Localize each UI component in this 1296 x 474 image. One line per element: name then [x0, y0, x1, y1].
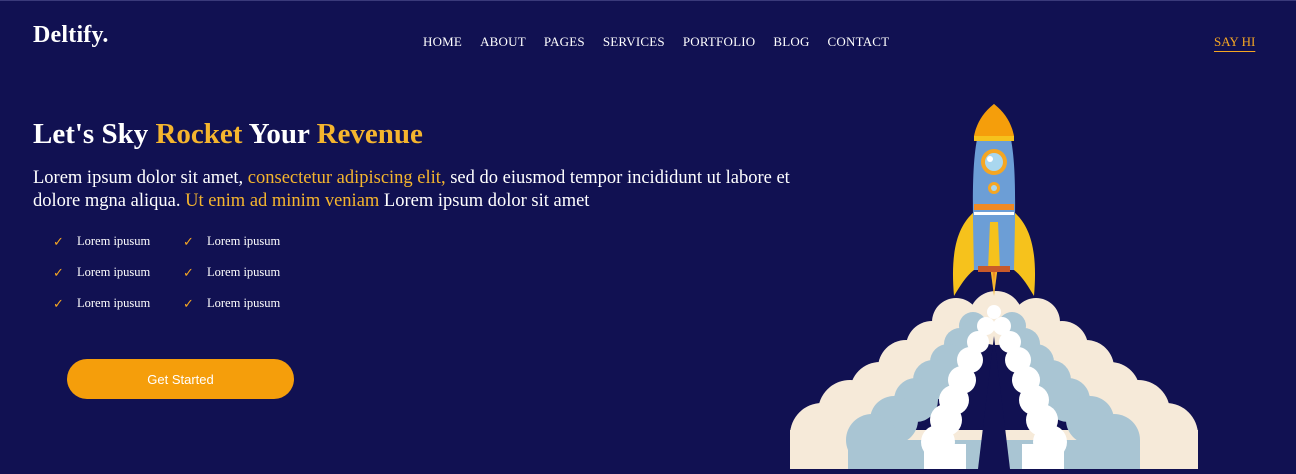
- feature-checklist: ✓ Lorem ipusum ✓ Lorem ipusum ✓ Lorem ipusu…: [53, 232, 313, 313]
- nav-pages[interactable]: PAGES: [544, 34, 585, 50]
- hero-title-highlight-1: Rocket: [155, 118, 243, 150]
- check-icon: ✓: [183, 264, 194, 280]
- hero-title-text-2: Your: [242, 118, 317, 150]
- checklist-item: ✓ Lorem ipusum: [183, 263, 313, 282]
- hero-text-1: Lorem ipsum dolor sit amet,: [33, 168, 248, 188]
- checklist-item: ✓ Lorem ipusum: [183, 232, 313, 251]
- nav-blog[interactable]: BLOG: [773, 34, 809, 50]
- nav-portfolio[interactable]: PORTFOLIO: [683, 34, 756, 50]
- brand-logo[interactable]: Deltify.: [33, 22, 109, 49]
- rocket-launch-icon: [788, 100, 1200, 469]
- top-border: [0, 0, 1296, 1]
- checklist-item-label: Lorem ipusum: [207, 234, 281, 248]
- checklist-item: ✓ Lorem ipusum: [53, 232, 183, 251]
- get-started-button[interactable]: Get Started: [67, 359, 294, 399]
- hero-text-3: Lorem ipsum dolor sit amet: [379, 191, 590, 211]
- checklist-item: ✓ Lorem ipusum: [53, 294, 183, 313]
- main-nav: HOME ABOUT PAGES SERVICES PORTFOLIO BLOG…: [423, 34, 889, 50]
- checklist-item-label: Lorem ipusum: [207, 296, 281, 310]
- nav-services[interactable]: SERVICES: [603, 34, 665, 50]
- checklist-item-label: Lorem ipusum: [77, 234, 151, 248]
- check-icon: ✓: [183, 233, 194, 249]
- nav-contact[interactable]: CONTACT: [828, 34, 890, 50]
- hero-text-highlight-2: Ut enim ad minim veniam: [185, 191, 380, 211]
- say-hi-link[interactable]: SAY HI: [1214, 34, 1255, 50]
- hero-title-highlight-2: Revenue: [316, 118, 423, 150]
- checklist-item-label: Lorem ipusum: [207, 265, 281, 279]
- hero-description: Lorem ipsum dolor sit amet, consectetur …: [33, 167, 793, 213]
- check-icon: ✓: [53, 233, 64, 249]
- check-icon: ✓: [53, 295, 64, 311]
- check-icon: ✓: [183, 295, 194, 311]
- hero-text-highlight-1: consectetur adipiscing elit,: [247, 168, 446, 188]
- nav-about[interactable]: ABOUT: [480, 34, 526, 50]
- checklist-item-label: Lorem ipusum: [77, 296, 151, 310]
- hero-title: Let's Sky Rocket Your Revenue: [33, 118, 423, 151]
- checklist-item: ✓ Lorem ipusum: [183, 294, 313, 313]
- nav-home[interactable]: HOME: [423, 34, 462, 50]
- hero-title-text-1: Let's Sky: [33, 118, 156, 150]
- checklist-item-label: Lorem ipusum: [77, 265, 151, 279]
- check-icon: ✓: [53, 264, 64, 280]
- checklist-item: ✓ Lorem ipusum: [53, 263, 183, 282]
